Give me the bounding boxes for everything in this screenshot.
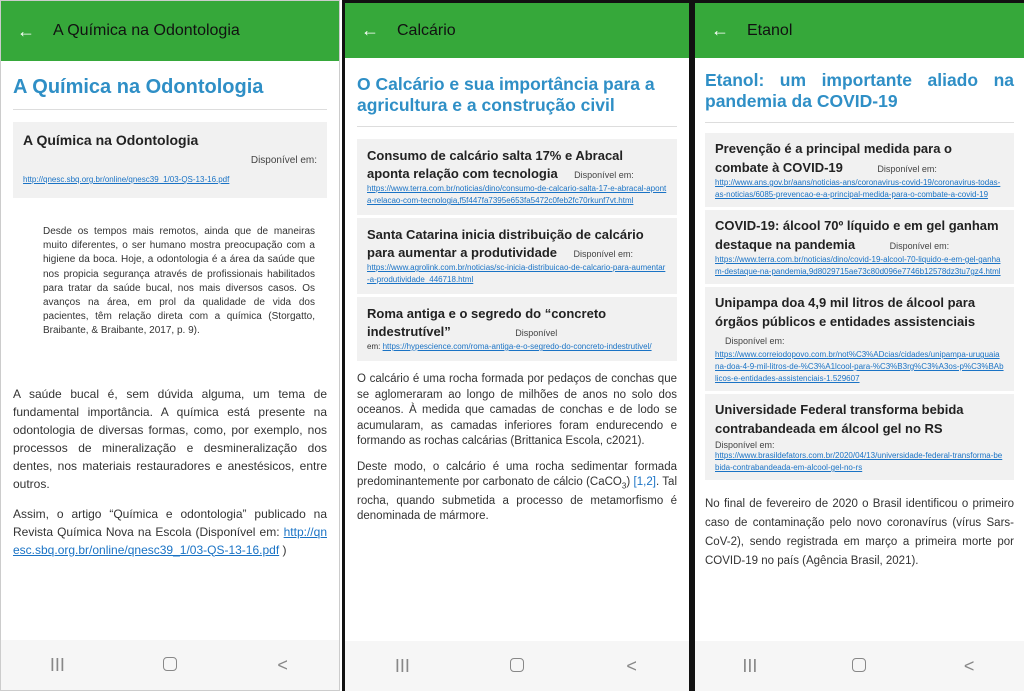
app-bar-title: A Química na Odontologia [53, 22, 240, 39]
quote-block: Desde os tempos mais remotos, ainda que … [43, 226, 315, 337]
news-link[interactable]: http://www.ans.gov.br/aans/noticias-ans/… [715, 177, 1004, 201]
available-label: Disponível em: [715, 440, 775, 450]
news-link[interactable]: https://www.brasildefators.com.br/2020/0… [715, 450, 1004, 474]
paragraph: No final de fevereiro de 2020 o Brasil i… [705, 498, 1014, 567]
available-label: Disponível em: [889, 241, 950, 251]
back-button[interactable]: < [253, 655, 313, 676]
paragraph: A saúde bucal é, sem dúvida alguma, um t… [13, 386, 327, 491]
home-button[interactable] [829, 656, 889, 677]
news-card: Prevenção é a principal medida para o co… [705, 133, 1014, 208]
news-card: Roma antiga e o segredo do “concreto ind… [357, 297, 677, 362]
app-bar-title: Etanol [747, 21, 793, 39]
android-nav-bar: III < [345, 641, 689, 691]
phone-screen-calcario: ← Calcário O Calcário e sua importância … [342, 0, 692, 691]
back-arrow-icon[interactable]: ← [17, 21, 43, 42]
page-heading: O Calcário e sua importância para a agri… [357, 74, 677, 127]
card-title: Universidade Federal transforma bebida c… [715, 402, 964, 436]
paragraph: Deste modo, o calcário é uma rocha sedim… [357, 460, 677, 525]
link-url[interactable]: https://hypescience.com/roma-antiga-e-o-… [383, 342, 652, 351]
news-card: Santa Catarina inicia distribuição de ca… [357, 218, 677, 295]
news-card: Universidade Federal transforma bebida c… [705, 394, 1014, 481]
news-card: Consumo de calcário salta 17% e Abracal … [357, 139, 677, 216]
card-title: A Química na Odontologia [23, 132, 199, 148]
back-button[interactable]: < [939, 656, 999, 677]
app-bar: ← A Química na Odontologia [1, 1, 339, 61]
home-icon [509, 657, 524, 672]
back-button[interactable]: < [602, 656, 662, 677]
news-link[interactable]: em: https://hypescience.com/roma-antiga-… [367, 341, 667, 353]
news-card: Unipampa doa 4,9 mil litros de álcool pa… [705, 287, 1014, 392]
news-link[interactable]: https://www.terra.com.br/noticias/dino/c… [715, 254, 1004, 278]
home-button[interactable] [487, 656, 547, 677]
paragraph-end: ) [279, 542, 287, 557]
page-heading: A Química na Odontologia [13, 75, 327, 110]
back-arrow-icon[interactable]: ← [361, 20, 387, 41]
available-label: Disponível em: [877, 164, 937, 174]
home-icon [162, 656, 177, 671]
card-title: COVID-19: álcool 70º líquido e em gel ga… [715, 218, 999, 252]
citation-link[interactable]: [1,2] [634, 476, 656, 488]
page-heading: Etanol: um importante aliado na pandemia… [705, 70, 1014, 123]
available-label: Disponível em: [574, 170, 634, 180]
recents-button[interactable]: III [27, 655, 87, 676]
paragraph: O calcário é uma rocha formada por pedaç… [357, 373, 677, 447]
app-bar: ← Calcário [345, 3, 689, 58]
recents-button[interactable]: III [372, 656, 432, 677]
app-bar: ← Etanol [695, 3, 1024, 58]
reference-link[interactable]: http://qnesc.sbq.org.br/online/qnesc39_1… [23, 174, 317, 186]
available-label: Disponível em: [250, 155, 317, 166]
news-link[interactable]: https://www.terra.com.br/noticias/dino/c… [367, 183, 667, 207]
app-bar-title: Calcário [397, 21, 456, 39]
news-link[interactable]: https://www.correiodopovo.com.br/not%C3%… [715, 349, 1004, 385]
available-label: Disponível em: [725, 336, 785, 346]
available-label: Disponível em: [573, 249, 633, 259]
paragraph-text: Assim, o artigo “Química e odontologia” … [13, 506, 327, 539]
card-title: Unipampa doa 4,9 mil litros de álcool pa… [715, 295, 976, 329]
paragraph: Assim, o artigo “Química e odontologia” … [13, 505, 327, 559]
paragraph-text: ) [626, 476, 634, 488]
home-button[interactable] [140, 655, 200, 676]
news-card: COVID-19: álcool 70º líquido e em gel ga… [705, 210, 1014, 285]
back-arrow-icon[interactable]: ← [711, 20, 737, 41]
card-title: Roma antiga e o segredo do “concreto ind… [367, 306, 607, 339]
link-prefix: em: [367, 342, 383, 351]
recents-button[interactable]: III [720, 656, 780, 677]
reference-card: A Química na Odontologia Disponível em: … [13, 122, 327, 199]
news-link[interactable]: https://www.agrolink.com.br/noticias/sc-… [367, 262, 667, 286]
android-nav-bar: III < [1, 640, 339, 690]
phone-screen-quimica-odontologia: ← A Química na Odontologia A Química na … [0, 0, 340, 691]
home-icon [852, 657, 867, 672]
phone-screen-etanol: ← Etanol Etanol: um importante aliado na… [692, 0, 1024, 691]
android-nav-bar: III < [695, 641, 1024, 691]
available-label: Disponível [515, 328, 558, 338]
